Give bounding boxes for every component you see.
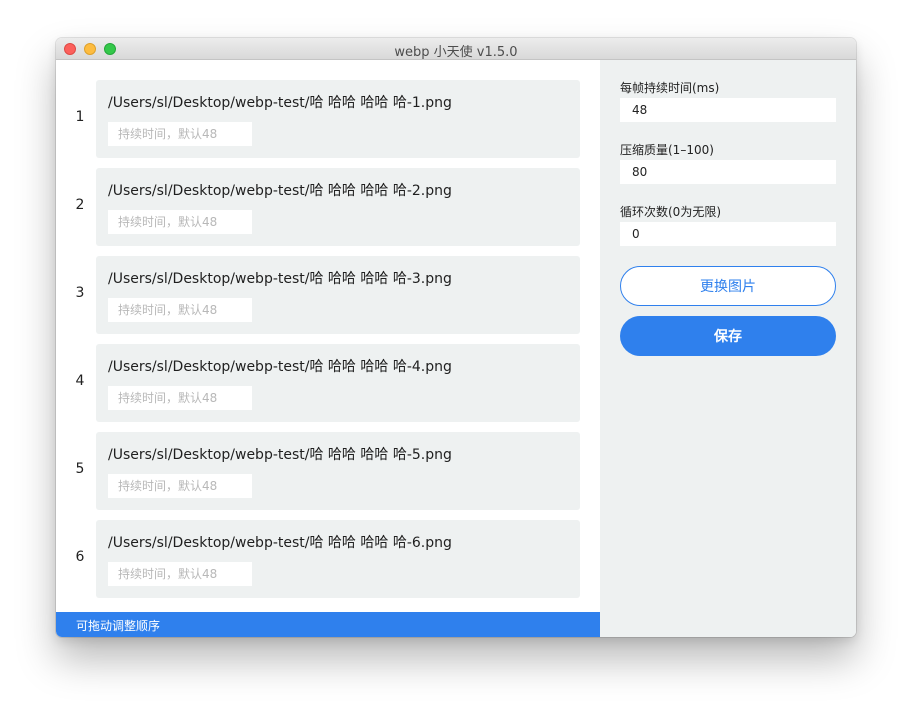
app-window: webp 小天使 v1.5.0 1 /Users/sl/Desktop/webp… <box>56 38 856 637</box>
frame-row[interactable]: 3 /Users/sl/Desktop/webp-test/哈 哈哈 哈哈 哈-… <box>56 256 600 334</box>
frame-card[interactable]: /Users/sl/Desktop/webp-test/哈 哈哈 哈哈 哈-3.… <box>96 256 580 334</box>
frame-duration-label: 每帧持续时间(ms) <box>620 81 720 95</box>
frame-list: 1 /Users/sl/Desktop/webp-test/哈 哈哈 哈哈 哈-… <box>56 60 600 637</box>
window-title: webp 小天使 v1.5.0 <box>394 45 518 60</box>
frame-card[interactable]: /Users/sl/Desktop/webp-test/哈 哈哈 哈哈 哈-6.… <box>96 520 580 598</box>
frame-index: 2 <box>75 197 85 213</box>
frame-row[interactable]: 1 /Users/sl/Desktop/webp-test/哈 哈哈 哈哈 哈-… <box>56 80 600 158</box>
drag-hint-text: 可拖动调整顺序 <box>76 619 161 633</box>
frame-duration-field[interactable] <box>620 98 836 122</box>
frame-duration-input[interactable] <box>108 298 252 322</box>
quality-field[interactable] <box>620 160 836 184</box>
change-images-button[interactable]: 更换图片 <box>620 266 836 306</box>
frame-file-path: /Users/sl/Desktop/webp-test/哈 哈哈 哈哈 哈-2.… <box>108 183 452 199</box>
frame-row[interactable]: 2 /Users/sl/Desktop/webp-test/哈 哈哈 哈哈 哈-… <box>56 168 600 246</box>
loop-count-label: 循环次数(0为无限) <box>620 205 721 219</box>
frame-index: 3 <box>75 285 85 301</box>
title-bar[interactable]: webp 小天使 v1.5.0 <box>56 38 856 60</box>
settings-panel: 每帧持续时间(ms) 压缩质量(1–100) 循环次数(0为无限) 更换图片 保… <box>600 60 856 637</box>
frame-row[interactable]: 5 /Users/sl/Desktop/webp-test/哈 哈哈 哈哈 哈-… <box>56 432 600 510</box>
frame-index: 1 <box>75 109 85 125</box>
frame-file-path: /Users/sl/Desktop/webp-test/哈 哈哈 哈哈 哈-5.… <box>108 447 452 463</box>
frame-file-path: /Users/sl/Desktop/webp-test/哈 哈哈 哈哈 哈-3.… <box>108 271 452 287</box>
frame-duration-input[interactable] <box>108 474 252 498</box>
frame-index: 5 <box>75 461 85 477</box>
drag-hint-bar: 可拖动调整顺序 <box>56 612 600 637</box>
frame-row[interactable]: 6 /Users/sl/Desktop/webp-test/哈 哈哈 哈哈 哈-… <box>56 520 600 598</box>
quality-label: 压缩质量(1–100) <box>620 143 714 157</box>
save-button[interactable]: 保存 <box>620 316 836 356</box>
frame-duration-input[interactable] <box>108 562 252 586</box>
window-content: 1 /Users/sl/Desktop/webp-test/哈 哈哈 哈哈 哈-… <box>56 60 856 637</box>
frame-file-path: /Users/sl/Desktop/webp-test/哈 哈哈 哈哈 哈-1.… <box>108 95 452 111</box>
frame-duration-input[interactable] <box>108 210 252 234</box>
frame-file-path: /Users/sl/Desktop/webp-test/哈 哈哈 哈哈 哈-4.… <box>108 359 452 375</box>
frame-card[interactable]: /Users/sl/Desktop/webp-test/哈 哈哈 哈哈 哈-5.… <box>96 432 580 510</box>
frame-index: 4 <box>75 373 85 389</box>
frame-card[interactable]: /Users/sl/Desktop/webp-test/哈 哈哈 哈哈 哈-4.… <box>96 344 580 422</box>
frame-card[interactable]: /Users/sl/Desktop/webp-test/哈 哈哈 哈哈 哈-1.… <box>96 80 580 158</box>
frame-index: 6 <box>75 549 85 565</box>
frame-file-path: /Users/sl/Desktop/webp-test/哈 哈哈 哈哈 哈-6.… <box>108 535 452 551</box>
frame-duration-input[interactable] <box>108 122 252 146</box>
frame-duration-input[interactable] <box>108 386 252 410</box>
frame-card[interactable]: /Users/sl/Desktop/webp-test/哈 哈哈 哈哈 哈-2.… <box>96 168 580 246</box>
loop-count-field[interactable] <box>620 222 836 246</box>
frame-row[interactable]: 4 /Users/sl/Desktop/webp-test/哈 哈哈 哈哈 哈-… <box>56 344 600 422</box>
